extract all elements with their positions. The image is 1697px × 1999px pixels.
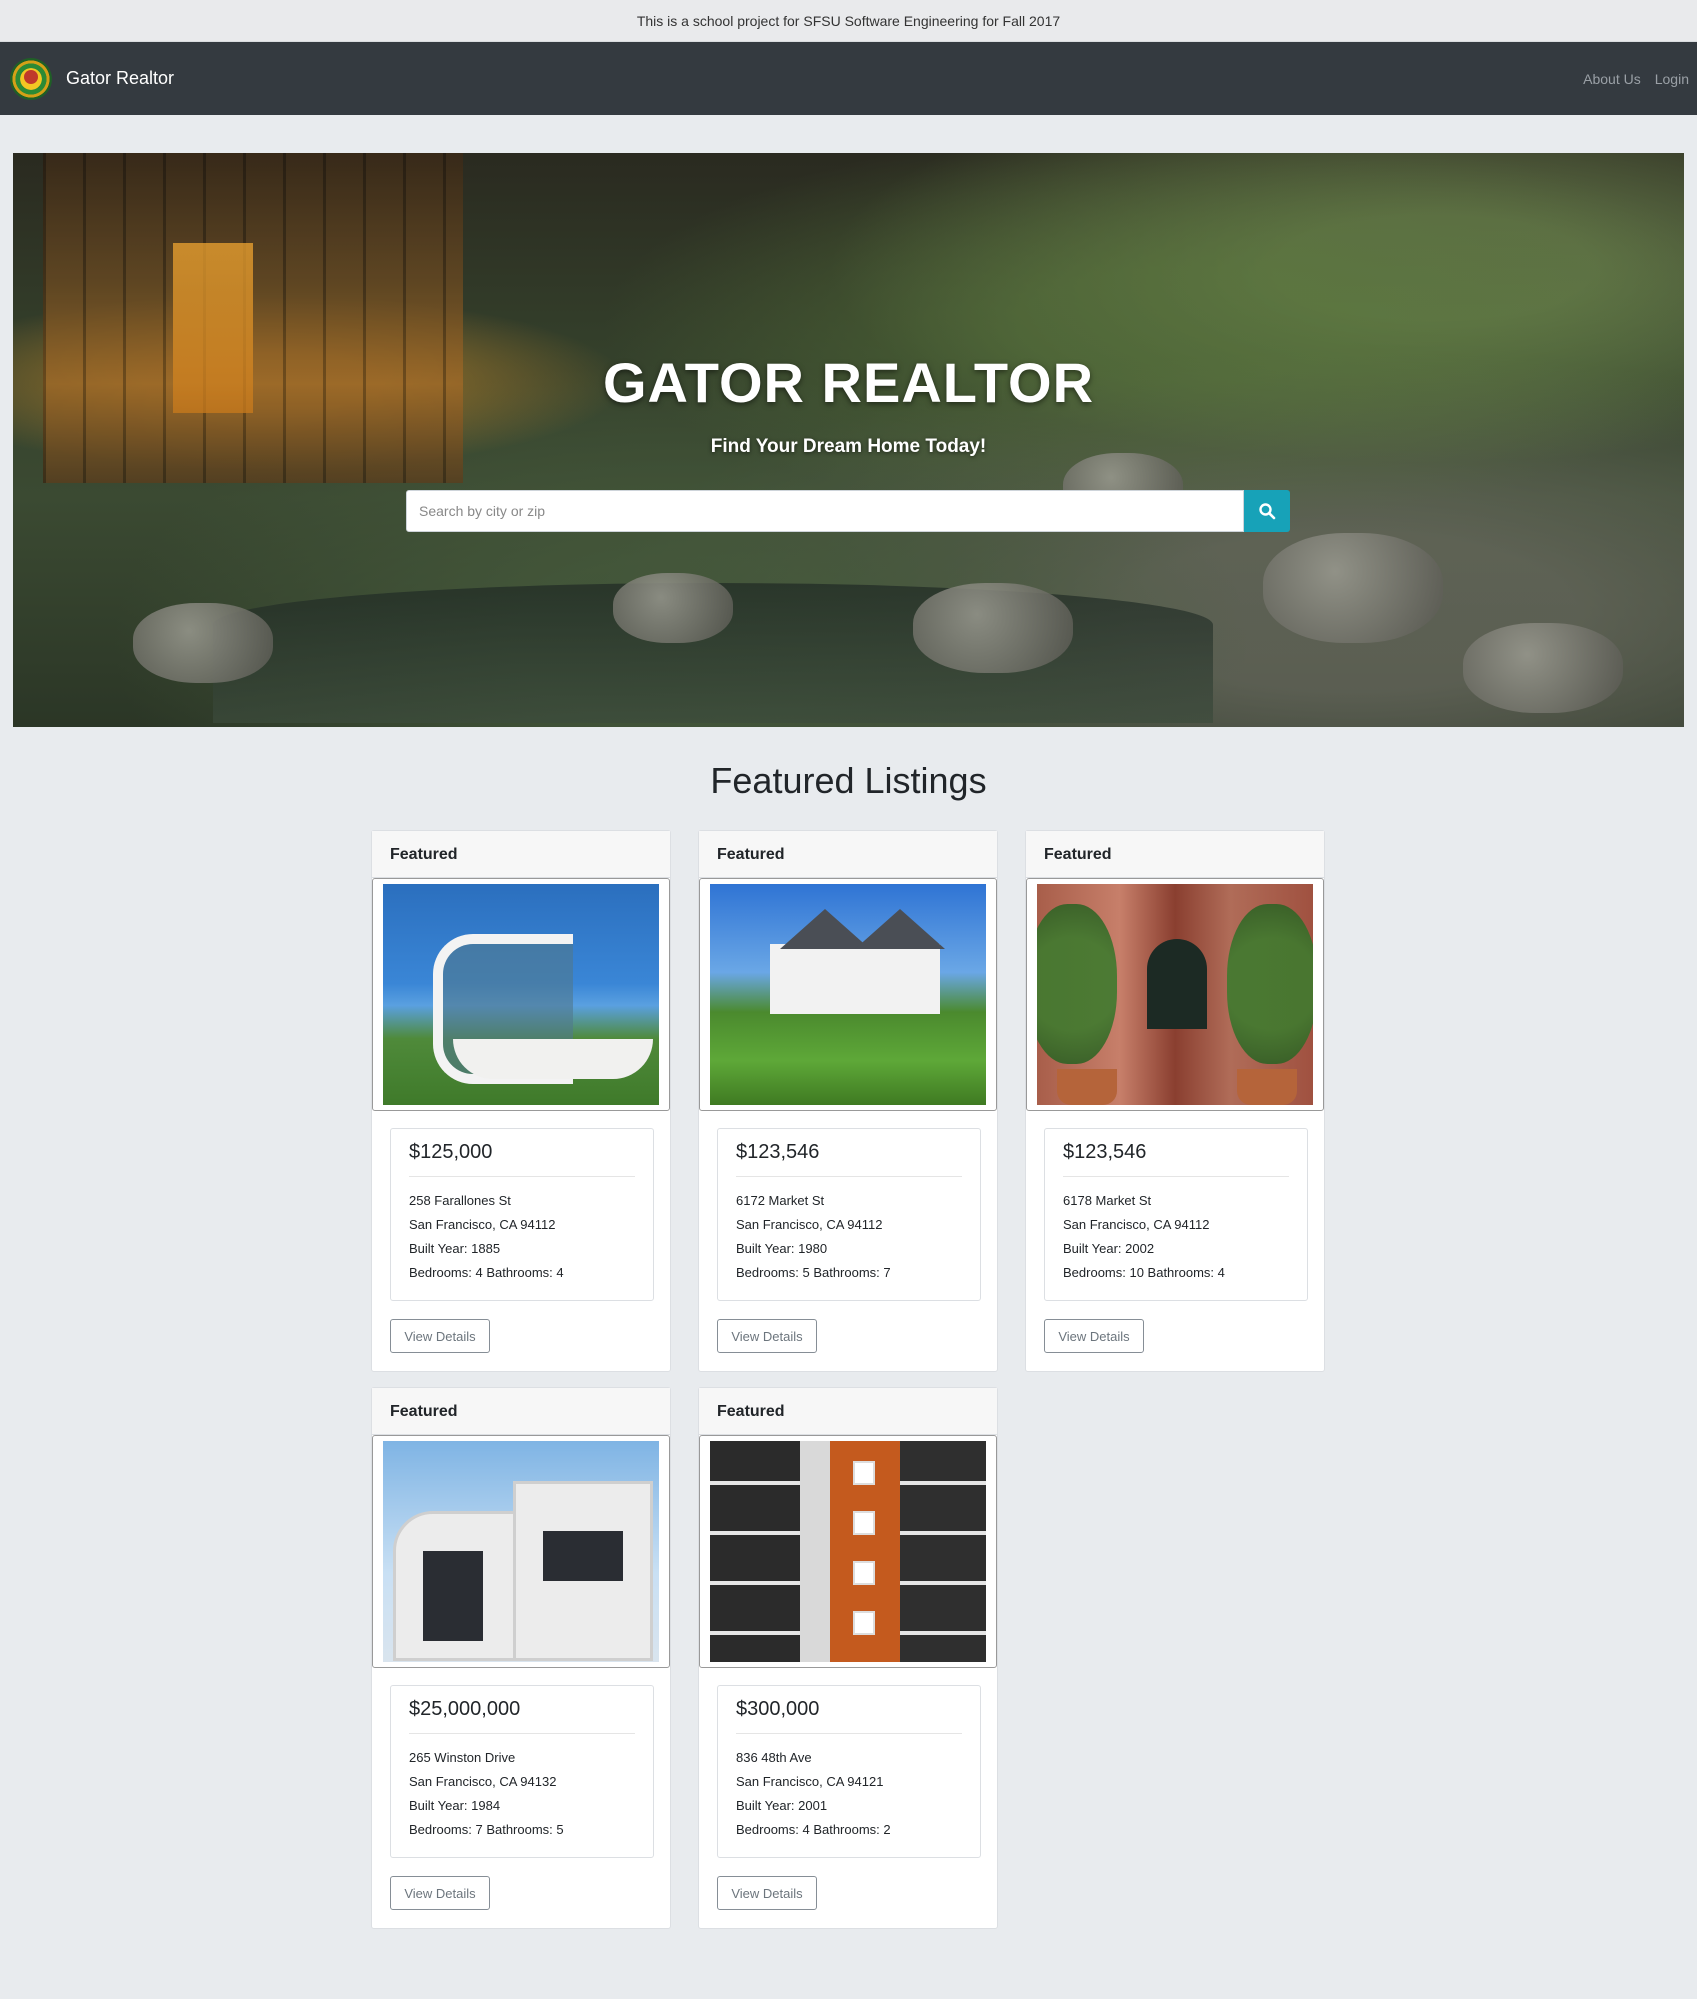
hero-title: GATOR REALTOR xyxy=(602,351,1095,414)
search-input[interactable] xyxy=(406,490,1244,532)
listing-rooms: Bedrooms: 10 Bathrooms: 4 xyxy=(1063,1265,1225,1280)
listing-card: Featured $123,546 6178 Market St San Fra… xyxy=(1025,830,1325,1372)
brand-name: Gator Realtor xyxy=(66,68,175,88)
view-details-button[interactable]: View Details xyxy=(390,1319,490,1353)
listing-info: $25,000,000 265 Winston Drive San Franci… xyxy=(390,1685,654,1858)
listing-street: 836 48th Ave xyxy=(736,1750,812,1765)
hero-banner: GATOR REALTOR Find Your Dream Home Today… xyxy=(13,153,1684,727)
listing-info: $300,000 836 48th Ave San Francisco, CA … xyxy=(717,1685,981,1858)
search-icon xyxy=(1259,503,1276,520)
listing-image-frame[interactable] xyxy=(372,878,670,1111)
brand-link[interactable]: Gator Realtor xyxy=(10,57,175,100)
listing-price: $123,546 xyxy=(736,1141,962,1177)
listing-rooms: Bedrooms: 5 Bathrooms: 7 xyxy=(736,1265,891,1280)
listing-price: $123,546 xyxy=(1063,1141,1289,1177)
hero-subtitle: Find Your Dream Home Today! xyxy=(710,436,987,457)
listing-price: $25,000,000 xyxy=(409,1698,635,1734)
listing-street: 265 Winston Drive xyxy=(409,1750,516,1765)
listing-info: $123,546 6178 Market St San Francisco, C… xyxy=(1044,1128,1308,1301)
view-details-button[interactable]: View Details xyxy=(717,1876,817,1910)
view-details-button[interactable]: View Details xyxy=(1044,1319,1144,1353)
listing-info: $125,000 258 Farallones St San Francisco… xyxy=(390,1128,654,1301)
listing-card: Featured $125,000 258 Farallones St San … xyxy=(371,830,671,1372)
listing-built-year: Built Year: 1885 xyxy=(409,1241,501,1256)
listing-photo xyxy=(383,1441,659,1662)
listing-city: San Francisco, CA 94132 xyxy=(409,1774,557,1789)
listing-photo xyxy=(383,884,659,1105)
search-button[interactable] xyxy=(1244,490,1290,532)
listing-card: Featured $123,546 6172 Market St San Fra… xyxy=(698,830,998,1372)
listing-built-year: Built Year: 1980 xyxy=(736,1241,828,1256)
listing-photo xyxy=(710,884,986,1105)
listing-rooms: Bedrooms: 4 Bathrooms: 4 xyxy=(409,1265,564,1280)
view-details-button[interactable]: View Details xyxy=(717,1319,817,1353)
listing-info: $123,546 6172 Market St San Francisco, C… xyxy=(717,1128,981,1301)
listing-image-frame[interactable] xyxy=(1026,878,1324,1111)
listing-city: San Francisco, CA 94121 xyxy=(736,1774,884,1789)
featured-listings-heading: Featured Listings xyxy=(710,760,987,801)
nav-about-us-link[interactable]: About Us xyxy=(1583,71,1641,87)
card-header: Featured xyxy=(372,1388,670,1435)
listing-street: 6172 Market St xyxy=(736,1193,825,1208)
gator-logo-icon xyxy=(10,57,52,100)
nav-links: About Us Login xyxy=(1583,71,1689,87)
listing-built-year: Built Year: 1984 xyxy=(409,1798,501,1813)
listing-built-year: Built Year: 2002 xyxy=(1063,1241,1155,1256)
listing-card: Featured $300,000 836 48th Ave San Franc… xyxy=(698,1387,998,1929)
listing-image-frame[interactable] xyxy=(699,1435,997,1668)
listing-price: $300,000 xyxy=(736,1698,962,1734)
listing-street: 6178 Market St xyxy=(1063,1193,1152,1208)
listing-city: San Francisco, CA 94112 xyxy=(1063,1217,1210,1232)
listing-rooms: Bedrooms: 7 Bathrooms: 5 xyxy=(409,1822,564,1837)
top-navbar: Gator Realtor About Us Login xyxy=(0,42,1697,115)
listing-city: San Francisco, CA 94112 xyxy=(736,1217,883,1232)
listing-street: 258 Farallones St xyxy=(409,1193,511,1208)
listing-card: Featured $25,000,000 265 Winston Drive S… xyxy=(371,1387,671,1929)
hero-background-image xyxy=(43,153,463,483)
card-header: Featured xyxy=(372,831,670,878)
card-header: Featured xyxy=(699,831,997,878)
listing-photo xyxy=(710,1441,986,1662)
listing-built-year: Built Year: 2001 xyxy=(736,1798,828,1813)
search-bar xyxy=(406,490,1290,532)
view-details-button[interactable]: View Details xyxy=(390,1876,490,1910)
card-header: Featured xyxy=(699,1388,997,1435)
card-header: Featured xyxy=(1026,831,1324,878)
listing-rooms: Bedrooms: 4 Bathrooms: 2 xyxy=(736,1822,891,1837)
listing-image-frame[interactable] xyxy=(699,878,997,1111)
listing-city: San Francisco, CA 94112 xyxy=(409,1217,556,1232)
project-notice: This is a school project for SFSU Softwa… xyxy=(0,0,1697,42)
listing-image-frame[interactable] xyxy=(372,1435,670,1668)
nav-login-link[interactable]: Login xyxy=(1655,71,1689,87)
listing-photo xyxy=(1037,884,1313,1105)
listing-price: $125,000 xyxy=(409,1141,635,1177)
